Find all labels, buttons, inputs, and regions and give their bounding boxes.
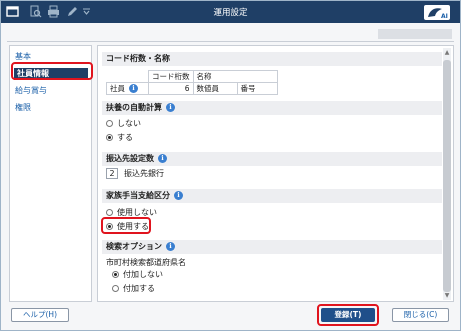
status-field: [378, 29, 452, 39]
svg-text:AI: AI: [441, 13, 448, 20]
section-header-bank: 振込先設定数 i: [102, 152, 442, 166]
radio-label: しない: [117, 119, 141, 128]
radio-dependent-yes[interactable]: する: [106, 132, 133, 144]
dialog-window: 運用設定 AI 基本 社員情報 給与賞与 権限 コード桁数・名称 コード桁数 名…: [0, 0, 461, 331]
section-title-search: 検索オプション: [106, 242, 162, 251]
radio-button-icon[interactable]: [106, 120, 113, 127]
bank-count-input[interactable]: 2: [106, 168, 118, 179]
title-bar: 運用設定 AI: [1, 1, 460, 23]
table-header-name: 名称: [192, 70, 278, 83]
section-header-search: 検索オプション i: [102, 240, 442, 254]
table-row-label-cell: 社員 i: [106, 82, 149, 95]
section-header-family: 家族手当支給区分 i: [102, 189, 442, 203]
radio-search-yes[interactable]: 付加する: [112, 283, 155, 295]
table-cell-name[interactable]: 数値員: [192, 82, 238, 95]
scroll-up-icon[interactable]: ▲: [443, 49, 451, 57]
section-title-family: 家族手当支給区分: [106, 191, 170, 200]
section-header-code: コード桁数・名称: [102, 52, 442, 66]
highlight-box-sidebar: [11, 62, 93, 80]
divider: [7, 41, 454, 42]
highlight-box-family: [101, 217, 151, 234]
sidebar: 基本 社員情報 給与賞与 権限: [9, 45, 92, 302]
info-icon[interactable]: i: [158, 154, 167, 163]
radio-label: 使用しない: [117, 208, 157, 217]
section-title-code: コード桁数・名称: [106, 54, 170, 63]
scrollbar-thumb[interactable]: [443, 60, 451, 292]
help-button[interactable]: ヘルプ(H): [11, 308, 69, 322]
info-icon[interactable]: i: [129, 84, 138, 93]
radio-label: する: [117, 133, 133, 142]
radio-button-icon[interactable]: [106, 134, 113, 141]
radio-label: 付加しない: [123, 270, 163, 279]
sidebar-item-salary-bonus[interactable]: 給与賞与: [15, 85, 47, 97]
table-row-label: 社員: [110, 84, 125, 93]
info-icon[interactable]: i: [174, 191, 183, 200]
section-header-dependent: 扶養の自動計算 i: [102, 101, 442, 115]
section-title-bank: 振込先設定数: [106, 154, 154, 163]
close-button[interactable]: 閉じる(C): [392, 308, 449, 322]
window-title: 運用設定: [213, 8, 248, 18]
radio-button-icon[interactable]: [106, 209, 113, 216]
code-table: コード桁数 名称 社員 i 6 数値員 番号: [106, 70, 278, 95]
ai-logo-icon: AI: [424, 5, 450, 20]
info-icon[interactable]: i: [166, 103, 175, 112]
table-row: 社員 i 6 数値員 番号: [106, 82, 278, 95]
sidebar-item-permissions[interactable]: 権限: [15, 102, 31, 114]
radio-search-no[interactable]: 付加しない: [112, 269, 163, 281]
table-header-digits: コード桁数: [148, 70, 194, 83]
radio-button-icon[interactable]: [112, 285, 119, 292]
table-cell-blank: [107, 71, 149, 83]
settings-panel: コード桁数・名称 コード桁数 名称 社員 i 6 数値員 番号 扶養の自動計算 i …: [97, 45, 454, 302]
table-header-row: コード桁数 名称: [107, 70, 278, 83]
radio-dependent-no[interactable]: しない: [106, 118, 141, 130]
radio-label: 付加する: [123, 284, 155, 293]
search-sublabel: 市町村検索都道府県名: [106, 258, 186, 267]
table-cell-name2[interactable]: 番号: [236, 82, 278, 95]
table-cell-digits[interactable]: 6: [148, 82, 194, 95]
bank-count-suffix: 振込先銀行: [124, 169, 164, 178]
highlight-box-register: [317, 304, 379, 326]
radio-button-icon[interactable]: [112, 271, 119, 278]
scroll-down-icon[interactable]: ▼: [443, 292, 451, 300]
info-icon[interactable]: i: [166, 242, 175, 251]
section-title-dependent: 扶養の自動計算: [106, 103, 162, 112]
